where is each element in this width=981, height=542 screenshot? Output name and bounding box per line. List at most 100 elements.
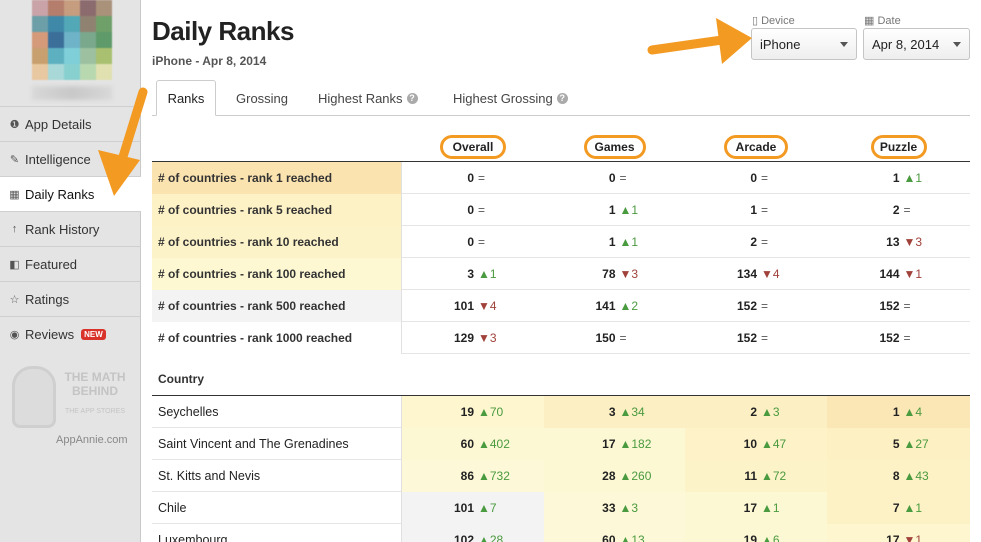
- rank-change: =: [761, 331, 769, 345]
- tab-ranks[interactable]: Ranks: [156, 80, 216, 116]
- country-name[interactable]: St. Kitts and Nevis: [152, 460, 402, 492]
- sidebar-item-intelligence[interactable]: ✎ Intelligence: [0, 141, 141, 176]
- rank-cell: 152 =: [827, 322, 970, 354]
- icon-tile: [80, 16, 96, 32]
- rank-value: 0: [467, 171, 474, 185]
- rank-cell: 78 ▼3: [544, 258, 685, 290]
- rank-cell: 150 =: [544, 322, 685, 354]
- rank-cell: 33 ▲3: [544, 492, 685, 524]
- sidebar-item-rank-history[interactable]: ↑ Rank History: [0, 211, 141, 246]
- rank-cell: 134 ▼4: [685, 258, 827, 290]
- summary-row-label: # of countries - rank 1 reached: [152, 162, 402, 194]
- icon-tile: [96, 48, 112, 64]
- category-header-row: Overall Games Arcade Puzzle: [152, 132, 970, 162]
- rank-value: 1: [608, 203, 616, 217]
- app-icon[interactable]: [32, 0, 112, 84]
- tab-highest-grossing[interactable]: Highest Grossing?: [453, 80, 568, 116]
- rank-cell: 2 ▲3: [685, 396, 827, 428]
- rank-change: =: [761, 203, 769, 217]
- rank-change: ▲1: [903, 501, 923, 515]
- arrow-to-device: [647, 18, 752, 64]
- sidebar-item-featured[interactable]: ◧ Featured: [0, 246, 141, 281]
- rank-value: 134: [736, 267, 757, 281]
- rank-value: 144: [879, 267, 900, 281]
- sidebar-item-label: Reviews: [25, 326, 75, 342]
- device-label: ▯ Device: [752, 14, 795, 27]
- page-subtitle: iPhone - Apr 8, 2014: [152, 54, 267, 68]
- rank-cell: 17 ▲182: [544, 428, 685, 460]
- rank-change: ▲72: [761, 469, 787, 483]
- rank-cell: 5 ▲27: [827, 428, 970, 460]
- rank-value: 150: [595, 331, 616, 345]
- table-row[interactable]: Luxembourg 102 ▲28 60 ▲13 19 ▲6 17 ▼1: [152, 524, 970, 542]
- rank-change: ▲1: [903, 171, 923, 185]
- rank-value: 2: [892, 203, 900, 217]
- country-name[interactable]: Chile: [152, 492, 402, 524]
- rank-cell: 0 =: [544, 162, 685, 194]
- rank-cell: 3 ▲1: [402, 258, 544, 290]
- sidebar-item-app-details[interactable]: ❶ App Details: [0, 106, 141, 141]
- tab-grossing[interactable]: Grossing: [236, 80, 288, 116]
- rank-cell: 0 =: [402, 162, 544, 194]
- rank-value: 1: [608, 235, 616, 249]
- rank-value: 8: [892, 469, 900, 483]
- rank-cell: 10 ▲47: [685, 428, 827, 460]
- rank-value: 0: [750, 171, 757, 185]
- rank-change: ▲6: [761, 533, 780, 542]
- summary-row: # of countries - rank 100 reached 3 ▲1 78 ▼3…: [152, 258, 970, 290]
- category-games[interactable]: Games: [583, 135, 646, 159]
- rank-value: 7: [892, 501, 900, 515]
- table-row[interactable]: Seychelles 19 ▲70 3 ▲34 2 ▲3 1 ▲4: [152, 396, 970, 428]
- tab-label: Highest Grossing: [453, 90, 553, 106]
- rank-cell: 1 =: [685, 194, 827, 226]
- table-row[interactable]: St. Kitts and Nevis 86 ▲732 28 ▲260 11 ▲72 8 ▲43: [152, 460, 970, 492]
- help-icon[interactable]: ?: [406, 92, 418, 104]
- rank-cell: 7 ▲1: [827, 492, 970, 524]
- page-title: Daily Ranks: [152, 16, 294, 46]
- table-row[interactable]: Saint Vincent and The Grenadines 60 ▲402 17…: [152, 428, 970, 460]
- rank-cell: 60 ▲402: [402, 428, 544, 460]
- country-name[interactable]: Luxembourg: [152, 524, 402, 542]
- rank-value: 102: [453, 533, 474, 542]
- rank-cell: 152 =: [827, 290, 970, 322]
- sidebar-item-reviews[interactable]: ◉ Reviews NEW: [0, 316, 141, 351]
- rank-value: 0: [467, 235, 474, 249]
- rank-value: 3: [467, 267, 474, 281]
- icon-tile: [48, 64, 64, 80]
- table-row[interactable]: Chile 101 ▲7 33 ▲3 17 ▲1 7 ▲1: [152, 492, 970, 524]
- date-select[interactable]: Apr 8, 2014: [863, 28, 970, 60]
- summary-row-label: # of countries - rank 5 reached: [152, 194, 402, 226]
- rank-value: 129: [453, 331, 474, 345]
- icon-tile: [32, 32, 48, 48]
- summary-row: # of countries - rank 5 reached 0 = 1 ▲1 1 = 2 =: [152, 194, 970, 226]
- rank-change: =: [903, 203, 911, 217]
- country-name[interactable]: Saint Vincent and The Grenadines: [152, 428, 402, 460]
- summary-row: # of countries - rank 1000 reached 129 ▼3 1…: [152, 322, 970, 354]
- category-puzzle[interactable]: Puzzle: [870, 135, 927, 159]
- icon-tile: [96, 16, 112, 32]
- icon-tile: [32, 64, 48, 80]
- tab-highest-ranks[interactable]: Highest Ranks?: [318, 80, 418, 116]
- icon-tile: [64, 0, 80, 16]
- help-icon[interactable]: ?: [556, 92, 568, 104]
- sidebar-item-ratings[interactable]: ☆ Ratings: [0, 281, 141, 316]
- country-name[interactable]: Seychelles: [152, 396, 402, 428]
- sidebar-item-label: Rank History: [25, 221, 100, 237]
- icon-tile: [48, 16, 64, 32]
- promo-banner[interactable]: THE MATH BEHIND THE APP STORES AppAnnie.…: [6, 360, 136, 452]
- category-arcade[interactable]: Arcade: [724, 135, 788, 159]
- wrench-icon: ✎: [9, 153, 20, 166]
- rank-cell: 141 ▲2: [544, 290, 685, 322]
- device-select[interactable]: iPhone: [751, 28, 857, 60]
- rank-change: ▲2: [619, 299, 639, 313]
- rank-change: ▼1: [903, 267, 923, 281]
- sidebar-item-daily-ranks[interactable]: ▦ Daily Ranks: [0, 176, 141, 211]
- category-overall[interactable]: Overall: [440, 135, 506, 159]
- rank-change: ▲3: [619, 501, 639, 515]
- tab-label: Grossing: [236, 90, 289, 106]
- rank-cell: 129 ▼3: [402, 322, 544, 354]
- icon-tile: [80, 48, 96, 64]
- mascot-icon: [12, 366, 56, 428]
- rank-cell: 1 ▲1: [544, 226, 685, 258]
- rank-value: 33: [602, 501, 616, 515]
